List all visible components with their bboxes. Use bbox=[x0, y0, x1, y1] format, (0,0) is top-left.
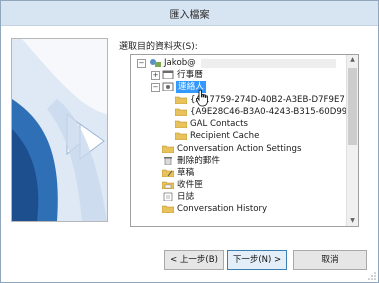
tree-item-deleted-items[interactable]: 刪除的郵件 bbox=[131, 155, 346, 167]
cancel-button[interactable]: 取消 bbox=[293, 250, 367, 270]
tree-item-label: {A...7759-274D-40B2-A3EB-D7F9E7 bbox=[190, 95, 345, 105]
redacted-email bbox=[201, 59, 336, 68]
tree-item-label: 刪除的郵件 bbox=[177, 156, 220, 166]
tree-item-inbox[interactable]: 收件匣 bbox=[131, 179, 346, 191]
tree-item-account[interactable]: − Jakob@ bbox=[131, 57, 346, 69]
tree-item-conversation-action-settings[interactable]: Conversation Action Settings bbox=[131, 143, 346, 155]
import-file-dialog: 匯入檔案 選取目的資料夾(S): − Jakob@ + 行事曆 − 連絡人 {A… bbox=[0, 0, 379, 283]
tree-item-subfolder[interactable]: {A...7759-274D-40B2-A3EB-D7F9E7 bbox=[131, 94, 346, 106]
tree-item-label: 日誌 bbox=[177, 192, 195, 202]
resize-grip-icon[interactable] bbox=[368, 272, 376, 280]
dialog-title: 匯入檔案 bbox=[169, 10, 210, 21]
tree-item-journal[interactable]: 日誌 bbox=[131, 191, 346, 203]
collapse-icon[interactable]: − bbox=[137, 59, 146, 68]
folder-icon bbox=[162, 205, 174, 213]
folder-icon bbox=[175, 120, 187, 128]
folder-icon bbox=[175, 132, 187, 140]
collapse-icon[interactable]: − bbox=[151, 83, 160, 92]
next-button[interactable]: 下一步(N) > bbox=[227, 250, 287, 270]
tree-item-recipient-cache[interactable]: Recipient Cache bbox=[131, 130, 346, 142]
folder-icon bbox=[162, 145, 174, 153]
tree-item-label: Jakob@ bbox=[164, 58, 196, 68]
back-button[interactable]: < 上一步(B) bbox=[164, 250, 224, 270]
folder-icon bbox=[175, 108, 187, 116]
expand-icon[interactable]: + bbox=[151, 71, 160, 80]
tree-item-gal-contacts[interactable]: GAL Contacts bbox=[131, 118, 346, 130]
tree-item-label: Recipient Cache bbox=[190, 131, 260, 141]
tree-item-subfolder[interactable]: {A9E28C46-B3A0-4243-B315-60D991 bbox=[131, 106, 353, 118]
deleted-items-icon bbox=[164, 157, 172, 165]
folder-icon bbox=[175, 96, 187, 104]
tree-item-label: Conversation History bbox=[177, 204, 268, 214]
tree-item-label: Conversation Action Settings bbox=[177, 144, 302, 154]
destination-folder-label: 選取目的資料夾(S): bbox=[119, 42, 198, 52]
tree-item-label: 草稿 bbox=[177, 168, 195, 178]
tree-item-calendar[interactable]: + 行事曆 bbox=[131, 69, 346, 81]
drafts-icon bbox=[162, 169, 174, 177]
tree-scrollbar[interactable]: ▲ ▼ bbox=[346, 55, 358, 226]
journal-icon bbox=[163, 192, 173, 201]
calendar-icon bbox=[162, 70, 174, 79]
folder-tree[interactable]: − Jakob@ + 行事曆 − 連絡人 {A...7759-274D-40B2… bbox=[130, 54, 359, 227]
tree-item-label: {A9E28C46-B3A0-4243-B315-60D991 bbox=[190, 107, 353, 117]
scroll-thumb[interactable] bbox=[348, 68, 357, 145]
tree-item-conversation-history[interactable]: Conversation History bbox=[131, 203, 346, 215]
scroll-up-icon[interactable]: ▲ bbox=[347, 55, 358, 65]
inbox-icon bbox=[162, 181, 174, 189]
account-icon bbox=[150, 59, 161, 67]
contacts-icon bbox=[162, 82, 174, 91]
tree-item-label: 行事曆 bbox=[177, 70, 203, 80]
tree-item-drafts[interactable]: 草稿 bbox=[131, 167, 346, 179]
tree-item-label: 收件匣 bbox=[177, 180, 203, 190]
tree-item-label: GAL Contacts bbox=[190, 119, 248, 129]
hand-cursor-icon bbox=[196, 89, 208, 107]
tree-item-contacts[interactable]: − 連絡人 bbox=[131, 81, 346, 93]
wizard-illustration bbox=[11, 38, 108, 222]
scroll-down-icon[interactable]: ▼ bbox=[347, 216, 358, 226]
title-bar[interactable]: 匯入檔案 bbox=[1, 1, 378, 26]
